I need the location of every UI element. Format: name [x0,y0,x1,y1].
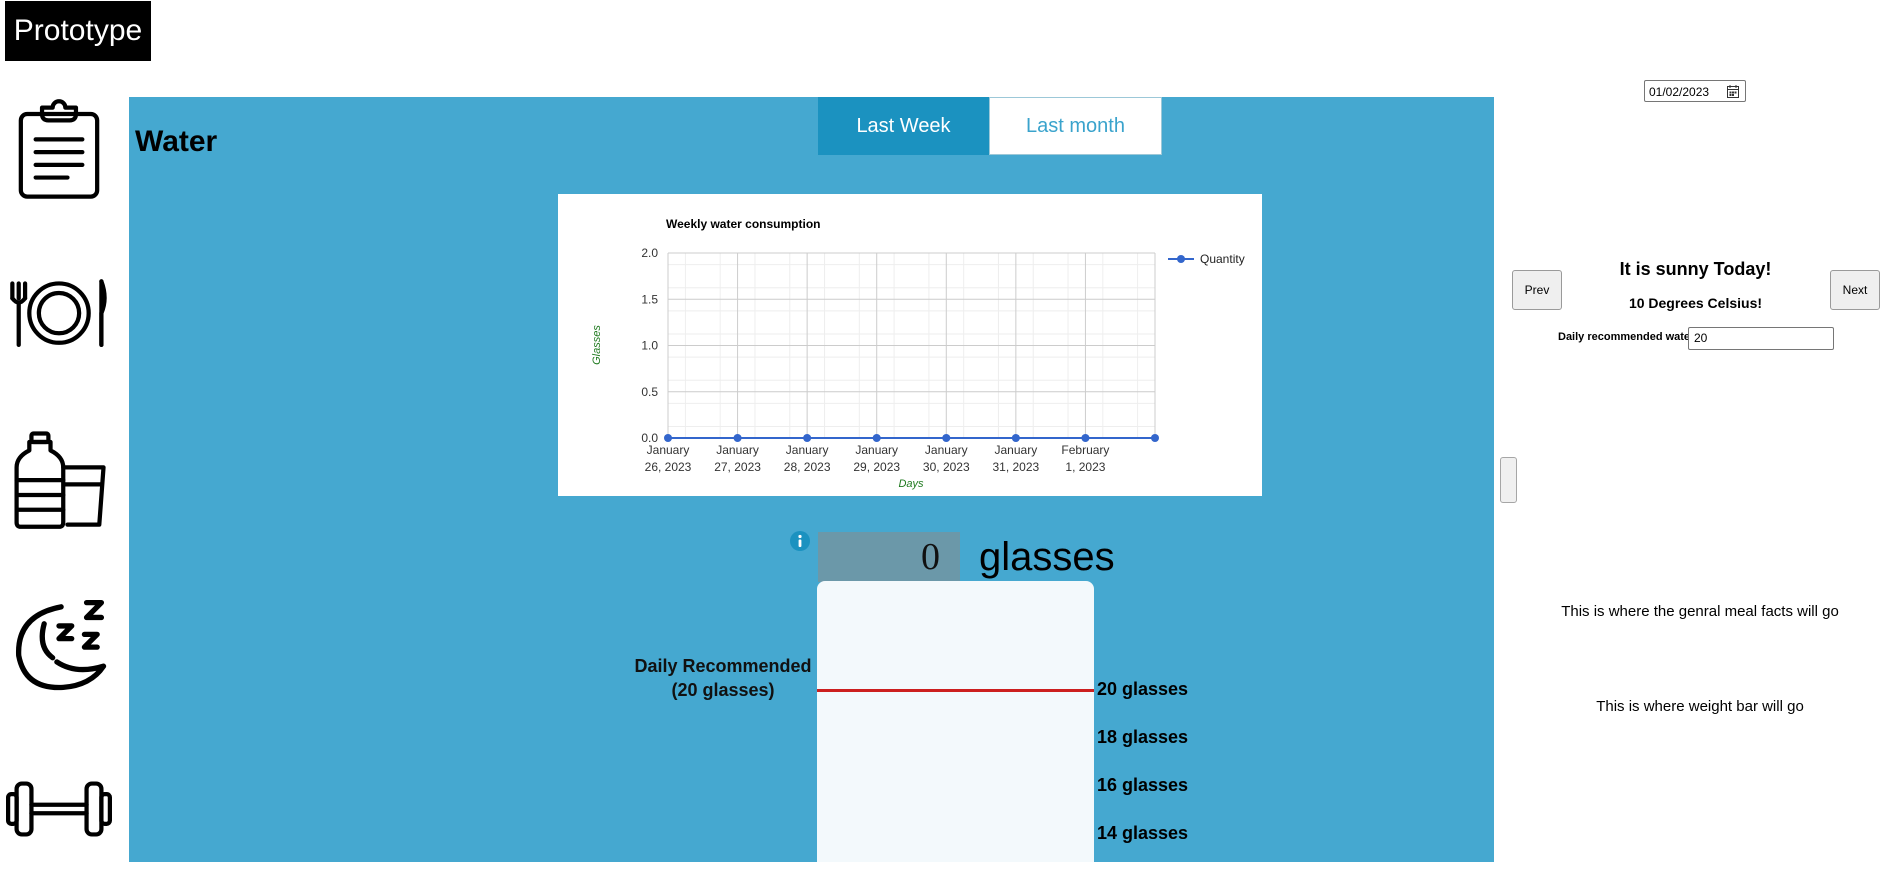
chart-title: Weekly water consumption [666,217,820,231]
water-glass [817,581,1094,862]
daily-recommended-label: Daily Recommended (20 glasses) [629,654,817,702]
x-tick-label: 1, 2023 [1065,460,1105,474]
glass-unit-label: glasses [979,535,1115,579]
daily-recommended-amount: (20 glasses) [671,680,775,700]
calendar-icon[interactable] [1727,85,1739,98]
date-input[interactable]: 01/02/2023 [1644,80,1746,102]
app-page: Prototype Water Last Week Last month 0.0… [0,0,1896,892]
x-tick-label: 30, 2023 [923,460,970,474]
dumbbell-icon[interactable] [5,756,112,862]
data-point [1151,434,1159,442]
water-field-label: Daily recommended water [1558,331,1695,343]
x-tick-label: January [786,443,829,457]
x-tick-label: 28, 2023 [784,460,831,474]
y-axis-label: Glasses [591,325,603,365]
data-point [942,434,951,442]
meal-facts-placeholder: This is where the genral meal facts will… [1561,603,1839,620]
scroll-handle[interactable] [1500,457,1517,503]
x-tick-label: 26, 2023 [645,460,692,474]
weekly-water-chart: 0.0 0.5 1.0 1.5 2.0 January 26, 2023 January 27,… [558,194,1262,496]
x-tick-label: January [925,443,968,457]
data-point [733,434,742,442]
moon-zzz-icon[interactable] [6,592,112,698]
data-point [1081,434,1090,442]
date-value: 01/02/2023 [1649,85,1710,99]
tab-last-month[interactable]: Last month [989,97,1162,155]
daily-recommended-text: Daily Recommended [634,656,812,676]
data-point [664,434,672,442]
x-tick-label: January [855,443,898,457]
level-20: 20 glasses [1097,679,1189,699]
x-tick-label: 31, 2023 [992,460,1039,474]
level-14: 14 glasses [1097,823,1189,843]
target-line [817,689,1094,692]
y-tick-label: 1.0 [641,339,658,353]
brand-logo: Prototype [5,1,151,61]
chart-svg: 0.00.51.01.52.0January26, 2023January27,… [591,217,1245,490]
range-tabs: Last Week Last month [818,97,1162,155]
plate-cutlery-icon[interactable] [6,258,112,364]
x-tick-label: 27, 2023 [714,460,761,474]
water-field[interactable]: 20 [1688,327,1834,350]
level-18: 18 glasses [1097,727,1189,747]
data-point [1011,434,1020,442]
tab-last-week[interactable]: Last Week [818,97,989,155]
glass-count[interactable]: 0 [818,532,960,582]
data-point [803,434,812,442]
y-tick-label: 1.5 [641,292,658,306]
prev-button[interactable]: Prev [1512,270,1562,310]
water-panel: Water Last Week Last month 0.0 0.5 1.0 1.5 2… [129,97,1494,862]
y-tick-label: 0.5 [641,385,658,399]
x-tick-label: January [647,443,690,457]
data-point [872,434,881,442]
weight-bar-placeholder: This is where weight bar will go [1596,698,1804,715]
x-tick-label: January [716,443,759,457]
x-axis-label: Days [898,478,924,490]
info-icon[interactable] [790,531,810,551]
next-button[interactable]: Next [1830,270,1880,310]
weather-title: It is sunny Today! [1619,259,1772,279]
legend-label: Quantity [1200,252,1245,266]
clipboard-icon[interactable] [6,97,112,203]
bottle-glass-icon[interactable] [6,425,112,531]
x-tick-label: February [1061,443,1109,457]
page-title: Water [135,125,218,158]
weather-temp: 10 Degrees Celsius! [1628,295,1763,311]
legend-marker [1177,255,1185,263]
level-16: 16 glasses [1097,775,1189,795]
x-tick-label: January [995,443,1038,457]
y-tick-label: 2.0 [641,246,658,260]
x-tick-label: 29, 2023 [853,460,900,474]
